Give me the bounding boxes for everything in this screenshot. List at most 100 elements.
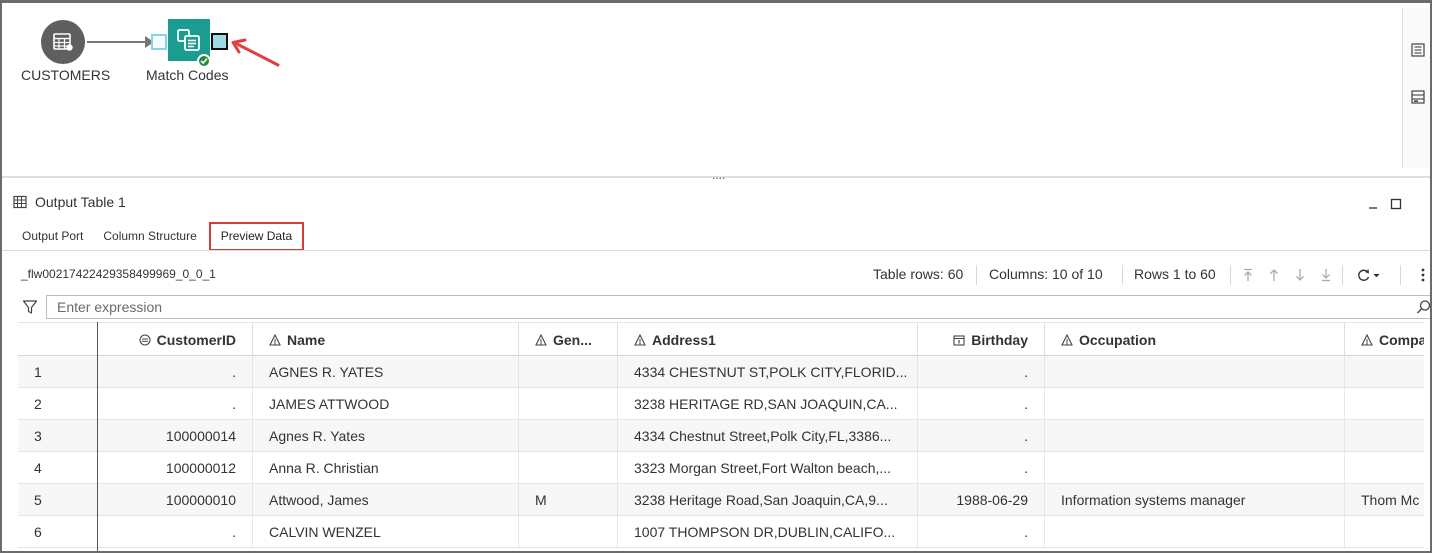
cell-name: JAMES ATTWOOD xyxy=(253,388,519,419)
minimize-icon xyxy=(1369,207,1377,209)
column-header-label: CustomerID xyxy=(156,331,236,348)
cell-name: CALVIN WENZEL xyxy=(253,516,519,547)
cell-customerid: . xyxy=(98,388,253,419)
cell-gender xyxy=(519,388,618,419)
character-icon xyxy=(1061,333,1073,346)
cell-birthday: . xyxy=(918,388,1045,419)
customers-node-label: CUSTOMERS xyxy=(21,67,111,83)
cell-customerid: 100000012 xyxy=(98,452,253,483)
previous-page-button[interactable] xyxy=(1267,267,1281,283)
cell-company xyxy=(1345,516,1424,547)
cell-company xyxy=(1345,452,1424,483)
arrow-up-icon xyxy=(1270,269,1278,281)
numeric-icon xyxy=(139,333,151,346)
output-port[interactable] xyxy=(211,33,228,50)
table-row[interactable]: 5 100000010 Attwood, James M 3238 Herita… xyxy=(18,484,1424,516)
more-options-button[interactable] xyxy=(1416,267,1430,283)
cell-customerid: . xyxy=(98,516,253,547)
details-pane-button[interactable] xyxy=(1410,42,1426,58)
table-layout-icon xyxy=(1411,90,1425,104)
character-icon xyxy=(535,333,547,346)
column-header-label: Gen... xyxy=(553,331,592,348)
table-name: _flw00217422429358499969_0_0_1 xyxy=(21,267,216,281)
cell-gender xyxy=(519,356,618,387)
last-page-button[interactable] xyxy=(1319,267,1333,283)
minimize-button[interactable] xyxy=(1365,196,1381,212)
cell-gender xyxy=(519,420,618,451)
cell-occupation: Information systems manager xyxy=(1045,484,1345,515)
table-row[interactable]: 1 . AGNES R. YATES 4334 CHESTNUT ST,POLK… xyxy=(18,356,1424,388)
column-header-name[interactable]: Name xyxy=(253,323,519,356)
cell-name: Attwood, James xyxy=(253,484,519,515)
column-header-label: Occupation xyxy=(1079,331,1157,348)
row-number: 2 xyxy=(18,388,98,419)
tab-output-port[interactable]: Output Port xyxy=(12,222,93,250)
cell-birthday: . xyxy=(918,420,1045,451)
right-rail xyxy=(1402,8,1430,168)
cell-occupation xyxy=(1045,452,1345,483)
cell-name: AGNES R. YATES xyxy=(253,356,519,387)
character-icon xyxy=(1361,333,1373,346)
cell-address1: 3238 Heritage Road,San Joaquin,CA,9... xyxy=(618,484,918,515)
divider xyxy=(1230,265,1231,285)
arrow-to-bottom-icon xyxy=(1322,269,1330,282)
cell-birthday: . xyxy=(918,516,1045,547)
divider xyxy=(976,265,977,285)
cell-birthday: 1988-06-29 xyxy=(918,484,1045,515)
cell-occupation xyxy=(1045,388,1345,419)
cell-address1: 4334 Chestnut Street,Polk City,FL,3386..… xyxy=(618,420,918,451)
row-number: 5 xyxy=(18,484,98,515)
preview-data-grid[interactable]: CustomerID Name Gen... Address1 Birthday… xyxy=(18,322,1424,551)
cell-birthday: . xyxy=(918,452,1045,483)
row-number: 4 xyxy=(18,452,98,483)
columns-count[interactable]: Columns: 10 of 10 xyxy=(989,266,1103,282)
next-page-button[interactable] xyxy=(1293,267,1307,283)
table-row[interactable]: 4 100000012 Anna R. Christian 3323 Morga… xyxy=(18,452,1424,484)
first-page-button[interactable] xyxy=(1241,267,1255,283)
cell-address1: 3238 HERITAGE RD,SAN JOAQUIN,CA... xyxy=(618,388,918,419)
expression-input[interactable] xyxy=(46,295,1430,319)
splitter-grip-icon[interactable]: .... xyxy=(712,169,725,181)
column-header-birthday[interactable]: Birthday xyxy=(918,323,1045,356)
cell-address1: 1007 THOMPSON DR,DUBLIN,CALIFO... xyxy=(618,516,918,547)
row-number: 6 xyxy=(18,516,98,547)
search-icon[interactable] xyxy=(1416,299,1432,315)
success-check-icon xyxy=(197,54,211,68)
layout-pane-button[interactable] xyxy=(1410,89,1426,105)
cell-gender: M xyxy=(519,484,618,515)
divider xyxy=(1400,265,1401,285)
column-header-label: Address1 xyxy=(652,331,716,348)
column-header-customerid[interactable]: CustomerID xyxy=(98,323,253,356)
kebab-menu-icon xyxy=(1421,268,1425,282)
cell-occupation xyxy=(1045,516,1345,547)
cell-company xyxy=(1345,356,1424,387)
tab-preview-data[interactable]: Preview Data xyxy=(208,221,305,251)
rows-range: Rows 1 to 60 xyxy=(1134,266,1216,282)
row-number: 3 xyxy=(18,420,98,451)
input-port[interactable] xyxy=(151,34,167,50)
cell-name: Anna R. Christian xyxy=(253,452,519,483)
frozen-column-divider xyxy=(97,322,98,551)
column-header-rownum xyxy=(18,323,98,356)
cell-occupation xyxy=(1045,356,1345,387)
column-header-occupation[interactable]: Occupation xyxy=(1045,323,1345,356)
table-row[interactable]: 2 . JAMES ATTWOOD 3238 HERITAGE RD,SAN J… xyxy=(18,388,1424,420)
refresh-menu-button[interactable] xyxy=(1354,267,1384,283)
column-header-gender[interactable]: Gen... xyxy=(519,323,618,356)
column-header-address1[interactable]: Address1 xyxy=(618,323,918,356)
cell-customerid: 100000014 xyxy=(98,420,253,451)
column-header-company[interactable]: Compa xyxy=(1345,323,1424,356)
arrow-to-top-icon xyxy=(1244,268,1252,281)
cell-gender xyxy=(519,516,618,547)
filter-icon[interactable] xyxy=(22,299,38,315)
panel-title-text: Output Table 1 xyxy=(35,194,126,210)
customers-node[interactable] xyxy=(41,20,85,64)
table-row[interactable]: 3 100000014 Agnes R. Yates 4334 Chestnut… xyxy=(18,420,1424,452)
row-number: 1 xyxy=(18,356,98,387)
character-icon xyxy=(634,333,646,346)
table-row[interactable]: 6 . CALVIN WENZEL 1007 THOMPSON DR,DUBLI… xyxy=(18,516,1424,548)
maximize-button[interactable] xyxy=(1388,196,1404,212)
tab-column-structure[interactable]: Column Structure xyxy=(93,222,206,250)
flow-canvas[interactable]: CUSTOMERS Match Codes xyxy=(2,3,1430,175)
match-codes-node-label: Match Codes xyxy=(146,67,229,83)
